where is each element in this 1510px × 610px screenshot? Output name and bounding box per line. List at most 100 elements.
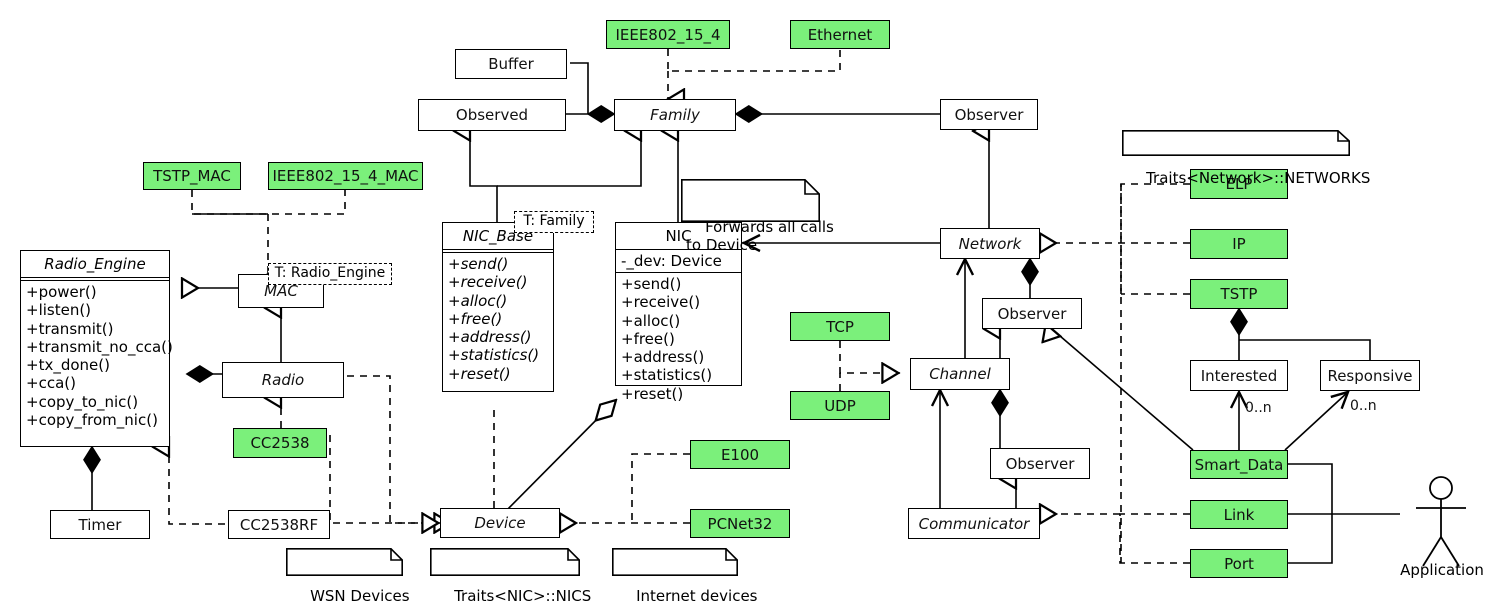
- note-forwards-all-calls: Forwards all calls to Device: [681, 179, 834, 254]
- class-observed[interactable]: Observed: [418, 99, 566, 131]
- class-observer-network-name: Observer: [997, 304, 1067, 323]
- class-ieee802-15-4[interactable]: IEEE802_15_4: [606, 20, 730, 49]
- class-device-name: Device: [474, 514, 526, 532]
- class-ethernet[interactable]: Ethernet: [790, 20, 890, 49]
- operation: +power(): [26, 283, 97, 301]
- note-wsn-devices: WSN Devices: [286, 548, 410, 605]
- class-pcnet32[interactable]: PCNet32: [690, 509, 790, 538]
- note-shape: [681, 179, 820, 222]
- operation: +address(): [621, 348, 705, 367]
- class-interested[interactable]: Interested: [1190, 360, 1288, 391]
- class-nic-base[interactable]: NIC_Base +send() +receive() +alloc() +fr…: [442, 222, 554, 392]
- class-tcp[interactable]: TCP: [790, 312, 890, 341]
- class-smart-data[interactable]: Smart_Data: [1190, 450, 1288, 479]
- operation: +address(): [448, 328, 532, 347]
- class-nic-operations: +send() +receive() +alloc() +free() +add…: [616, 273, 741, 405]
- note-internet-devices: Internet devices: [612, 548, 758, 605]
- uml-class-diagram: MAC (realization) -->: [0, 0, 1510, 610]
- operation: +transmit(): [26, 319, 114, 338]
- operation: +transmit_no_cca(): [26, 337, 173, 356]
- operation: +tx_done(): [26, 356, 110, 375]
- class-interested-name: Interested: [1200, 366, 1278, 385]
- operation: +copy_from_nic(): [26, 411, 158, 430]
- note-shape: [430, 548, 580, 576]
- class-observed-name: Observed: [455, 106, 529, 124]
- operation: +free(): [621, 329, 675, 348]
- template-param-mac: T: Radio_Engine: [268, 263, 392, 285]
- class-link-name: Link: [1223, 505, 1255, 524]
- class-tstp-mac-name: TSTP_MAC: [153, 167, 231, 185]
- class-tstp-mac[interactable]: TSTP_MAC: [143, 162, 241, 190]
- class-device[interactable]: Device: [440, 508, 560, 538]
- class-communicator-name: Communicator: [918, 514, 1030, 533]
- class-radio-engine[interactable]: Radio_Engine +power() +listen() +transmi…: [20, 250, 173, 447]
- multiplicity-interested: 0..n: [1245, 400, 1272, 416]
- class-radio-engine-operations: +power() +listen() +transmit() +transmit…: [21, 281, 173, 431]
- operation: +statistics(): [448, 346, 540, 365]
- operation: +alloc(): [621, 311, 681, 330]
- class-ieee802-15-4-name: IEEE802_15_4: [615, 25, 721, 44]
- class-buffer-name: Buffer: [488, 55, 534, 73]
- class-timer[interactable]: Timer: [50, 510, 150, 539]
- multiplicity-responsive: 0..n: [1350, 398, 1377, 414]
- operation: +reset(): [448, 364, 511, 383]
- class-family-name: Family: [650, 106, 700, 124]
- class-ethernet-name: Ethernet: [807, 25, 873, 44]
- note-traits-networks-text: Traits<Network>::NETWORKS: [1146, 169, 1371, 187]
- class-port[interactable]: Port: [1190, 549, 1288, 578]
- note-forwards-text: Forwards all calls to Device: [686, 218, 834, 254]
- class-channel-name: Channel: [929, 365, 991, 383]
- note-traits-nics-text: Traits<NIC>::NICS: [454, 587, 592, 605]
- class-cc2538rf-name: CC2538RF: [239, 515, 319, 534]
- class-nic-base-operations: +send() +receive() +alloc() +free() +add…: [443, 253, 553, 385]
- class-tstp-name: TSTP: [1220, 285, 1258, 303]
- class-tstp[interactable]: TSTP: [1190, 279, 1288, 309]
- class-cc2538rf[interactable]: CC2538RF: [228, 510, 330, 539]
- operation: +send(): [448, 255, 509, 273]
- note-shape: [612, 548, 738, 576]
- class-timer-name: Timer: [78, 515, 122, 534]
- template-param-nic-base: T: Family: [514, 211, 594, 233]
- class-observer-top[interactable]: Observer: [940, 99, 1038, 130]
- operation: +copy_to_nic(): [26, 392, 139, 411]
- class-ip[interactable]: IP: [1190, 229, 1288, 259]
- class-ieee802-15-4-mac[interactable]: IEEE802_15_4_MAC: [268, 162, 423, 190]
- note-shape: [1122, 130, 1350, 156]
- class-link[interactable]: Link: [1190, 500, 1288, 529]
- class-observer-channel-name: Observer: [1005, 454, 1075, 473]
- class-smart-data-name: Smart_Data: [1194, 455, 1284, 474]
- operation: +receive(): [621, 293, 701, 312]
- class-radio-engine-name: Radio_Engine: [21, 251, 169, 281]
- class-channel[interactable]: Channel: [910, 358, 1010, 390]
- class-udp[interactable]: UDP: [790, 391, 890, 420]
- class-cc2538-name: CC2538: [250, 434, 310, 452]
- class-network[interactable]: Network: [940, 228, 1040, 259]
- class-communicator[interactable]: Communicator: [908, 508, 1040, 539]
- operation: +free(): [448, 309, 503, 328]
- operation: +send(): [621, 275, 682, 293]
- note-traits-networks: Traits<Network>::NETWORKS: [1122, 130, 1370, 187]
- class-tcp-name: TCP: [826, 317, 854, 336]
- class-observer-top-name: Observer: [954, 105, 1024, 124]
- class-observer-network[interactable]: Observer: [982, 298, 1082, 329]
- note-internet-devices-text: Internet devices: [636, 587, 758, 605]
- class-radio-name: Radio: [261, 371, 305, 389]
- class-family[interactable]: Family: [614, 99, 736, 131]
- operation: +alloc(): [448, 291, 508, 310]
- class-observer-channel[interactable]: Observer: [990, 448, 1090, 479]
- class-responsive-name: Responsive: [1327, 366, 1413, 385]
- class-e100-name: E100: [720, 445, 760, 464]
- class-e100[interactable]: E100: [690, 440, 790, 469]
- class-radio[interactable]: Radio: [222, 362, 344, 398]
- operation: +listen(): [26, 301, 92, 320]
- actor-application-label: Application: [1400, 561, 1484, 579]
- class-responsive[interactable]: Responsive: [1320, 360, 1420, 391]
- note-shape: [286, 548, 403, 576]
- class-buffer[interactable]: Buffer: [455, 49, 567, 79]
- class-cc2538[interactable]: CC2538: [233, 428, 327, 458]
- operation: +reset(): [621, 384, 684, 403]
- operation: +statistics(): [621, 366, 713, 385]
- class-udp-name: UDP: [824, 396, 856, 415]
- operation: +receive(): [448, 273, 528, 292]
- operation: +cca(): [26, 374, 76, 393]
